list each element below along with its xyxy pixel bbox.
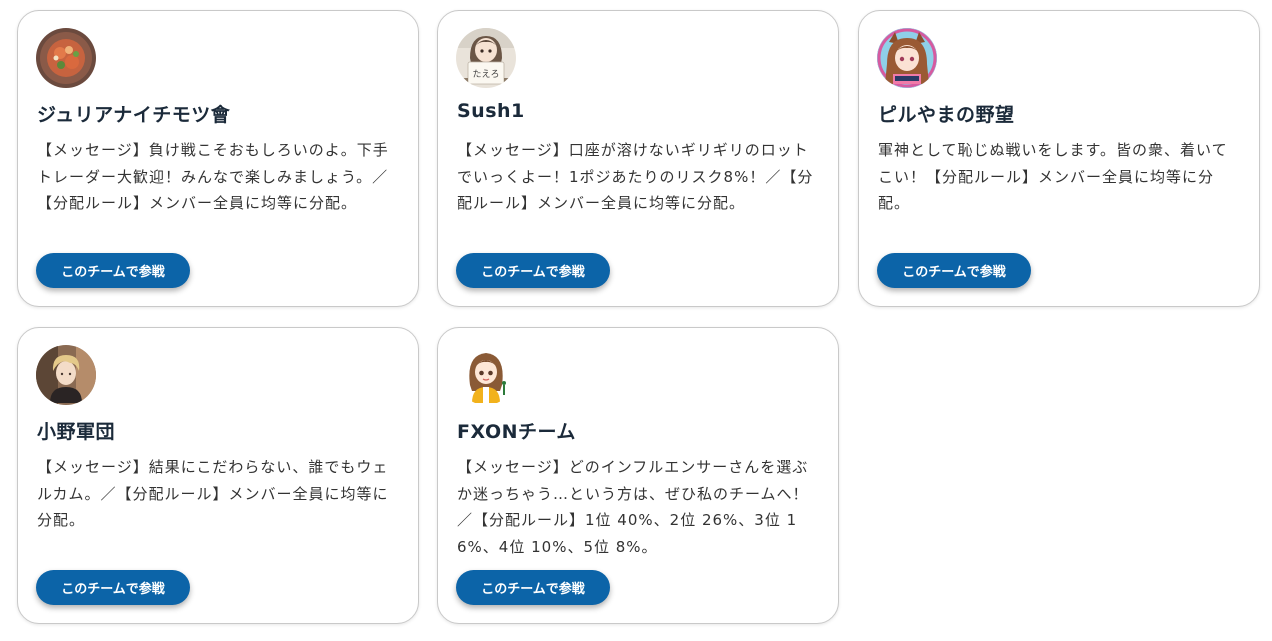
team-card: ピルやまの野望 軍神として恥じぬ戦いをします。皆の衆、着いてこい！【分配ルール】… <box>858 10 1260 307</box>
join-team-button[interactable]: このチームで参戦 <box>877 253 1031 288</box>
illustrated-girl-avatar-icon <box>456 345 516 405</box>
anime-fox-girl-avatar-icon <box>877 28 937 88</box>
team-message: 軍神として恥じぬ戦いをします。皆の衆、着いてこい！【分配ルール】メンバー全員に均… <box>878 141 1228 212</box>
avatar-sign-text: たえろ <box>472 69 499 80</box>
team-name: FXONチーム <box>457 421 576 443</box>
team-card: 小野軍団 【メッセージ】結果にこだわらない、誰でもウェルカム。／【分配ルール】メ… <box>17 327 419 624</box>
team-card-grid: ジュリアナイチモツ會 【メッセージ】負け戦こそおもしろいのよ。下手トレーダー大歓… <box>0 0 1272 641</box>
blond-man-avatar-icon <box>36 345 96 405</box>
join-team-button[interactable]: このチームで参戦 <box>36 253 190 288</box>
team-name: 小野軍団 <box>37 421 116 443</box>
team-message: 【メッセージ】どのインフルエンサーさんを選ぶか迷っちゃう…という方は、ぜひ私のチ… <box>457 458 809 556</box>
team-card: FXONチーム 【メッセージ】どのインフルエンサーさんを選ぶか迷っちゃう…という… <box>437 327 839 624</box>
team-message: 【メッセージ】負け戦こそおもしろいのよ。下手トレーダー大歓迎！みんなで楽しみまし… <box>37 141 389 212</box>
join-team-button[interactable]: このチームで参戦 <box>456 570 610 605</box>
team-card: たえろ Sush1 【メッセージ】口座が溶けないギリギリのロットでいっくよー！1… <box>437 10 839 307</box>
join-team-button[interactable]: このチームで参戦 <box>36 570 190 605</box>
girl-holding-sign-avatar-icon: たえろ <box>456 28 516 88</box>
team-message: 【メッセージ】結果にこだわらない、誰でもウェルカム。／【分配ルール】メンバー全員… <box>37 458 389 529</box>
team-message: 【メッセージ】口座が溶けないギリギリのロットでいっくよー！1ポジあたりのリスク8… <box>457 141 814 212</box>
join-team-button[interactable]: このチームで参戦 <box>456 253 610 288</box>
team-card: ジュリアナイチモツ會 【メッセージ】負け戦こそおもしろいのよ。下手トレーダー大歓… <box>17 10 419 307</box>
team-name: Sush1 <box>457 100 525 122</box>
food-dish-avatar-icon <box>36 28 96 88</box>
team-name: ジュリアナイチモツ會 <box>37 104 231 126</box>
team-name: ピルやまの野望 <box>878 104 1015 126</box>
